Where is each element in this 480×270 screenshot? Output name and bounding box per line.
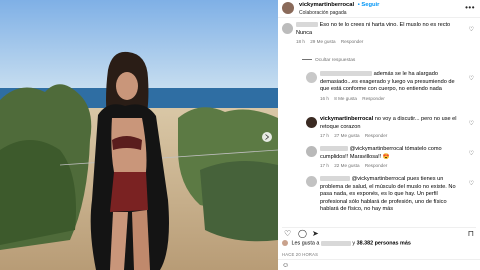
bookmark-icon[interactable]: ⊓: [468, 229, 474, 240]
author-avatar[interactable]: [306, 117, 317, 128]
comments-panel: vickymartinberrocal • Seguir Colaboració…: [278, 0, 480, 270]
reply: @vickymartinberrocal tómatelo como cumpl…: [320, 146, 462, 169]
reply-time: 17 h: [320, 133, 329, 139]
heart-icon[interactable]: ♡: [469, 120, 474, 128]
hidden-username: [296, 22, 318, 28]
likes-summary[interactable]: Les gusta a y 38.382 personas más: [282, 240, 478, 248]
liker-avatar: [282, 240, 288, 246]
reply-emoji: 😍: [382, 153, 390, 160]
reply-avatar[interactable]: [306, 72, 317, 83]
hidden-username: [320, 71, 372, 77]
hidden-username: [320, 146, 348, 152]
heart-icon[interactable]: ♡: [284, 229, 291, 240]
follow-button[interactable]: • Seguir: [358, 2, 380, 8]
reply-likes[interactable]: 8 Me gusta: [334, 96, 357, 101]
likes-connector: y: [352, 240, 356, 247]
reply-mention[interactable]: @vickymartinberrocal: [352, 176, 406, 182]
more-dots-icon[interactable]: •••: [465, 3, 475, 14]
smiley-icon[interactable]: ☺: [282, 261, 289, 270]
post-date: HACE 20 HORAS: [282, 252, 319, 257]
reply-likes[interactable]: 22 Me gusta: [334, 163, 359, 168]
reply-username[interactable]: vickymartinberrocal: [320, 116, 373, 122]
reply-time: 17 h: [320, 163, 329, 169]
heart-icon[interactable]: ♡: [469, 180, 474, 188]
share-icon[interactable]: ➤: [312, 229, 319, 240]
heart-icon[interactable]: ♡: [469, 75, 474, 83]
comment-time: 18 h: [296, 39, 305, 45]
post-header: vickymartinberrocal • Seguir Colaboració…: [278, 0, 480, 18]
reply-button[interactable]: Responder: [362, 96, 384, 101]
reply-avatar[interactable]: [306, 176, 317, 187]
add-comment-bar[interactable]: ☺: [278, 259, 480, 270]
action-bar: ♡ ◯ ➤ ⊓: [282, 227, 476, 240]
post-author-username[interactable]: vickymartinberrocal: [299, 2, 354, 8]
reply: además se le ha alargado demasiado...es …: [320, 71, 462, 102]
avatar[interactable]: [282, 2, 294, 14]
comment: Eso no te lo crees ni harta vino. El mus…: [296, 22, 462, 45]
reply-avatar[interactable]: [306, 146, 317, 157]
reply-likes[interactable]: 27 Me gusta: [334, 133, 359, 138]
heart-icon[interactable]: ♡: [469, 150, 474, 158]
post-image: [0, 0, 278, 270]
reply-button[interactable]: Responder: [341, 39, 363, 44]
comment-icon[interactable]: ◯: [298, 229, 307, 240]
heart-icon[interactable]: ♡: [469, 26, 474, 34]
comment-text: Eso no te lo crees ni harta vino. El mus…: [296, 22, 451, 36]
reply-button[interactable]: Responder: [365, 163, 387, 168]
paid-partnership-label: Colaboración pagada: [299, 10, 347, 16]
reply-button[interactable]: Responder: [365, 133, 387, 138]
hidden-username: [320, 176, 350, 182]
reply: @vickymartinberrocal pues tienes un prob…: [320, 176, 462, 214]
likes-count[interactable]: 38.382 personas más: [357, 240, 411, 246]
comment-avatar[interactable]: [282, 23, 293, 34]
next-arrow-icon[interactable]: [262, 132, 272, 142]
reply: vickymartinberrocal no voy a discutir...…: [320, 116, 462, 139]
reply-mention[interactable]: @vickymartinberrocal: [350, 146, 404, 152]
reply-time: 16 h: [320, 95, 329, 101]
comment-likes[interactable]: 29 Me gusta: [310, 39, 335, 44]
post-photo: [0, 0, 278, 270]
hidden-username: [320, 240, 351, 246]
hide-replies-button[interactable]: Ocultar respuestas: [302, 58, 355, 64]
likes-prefix: Les gusta a: [291, 240, 320, 247]
